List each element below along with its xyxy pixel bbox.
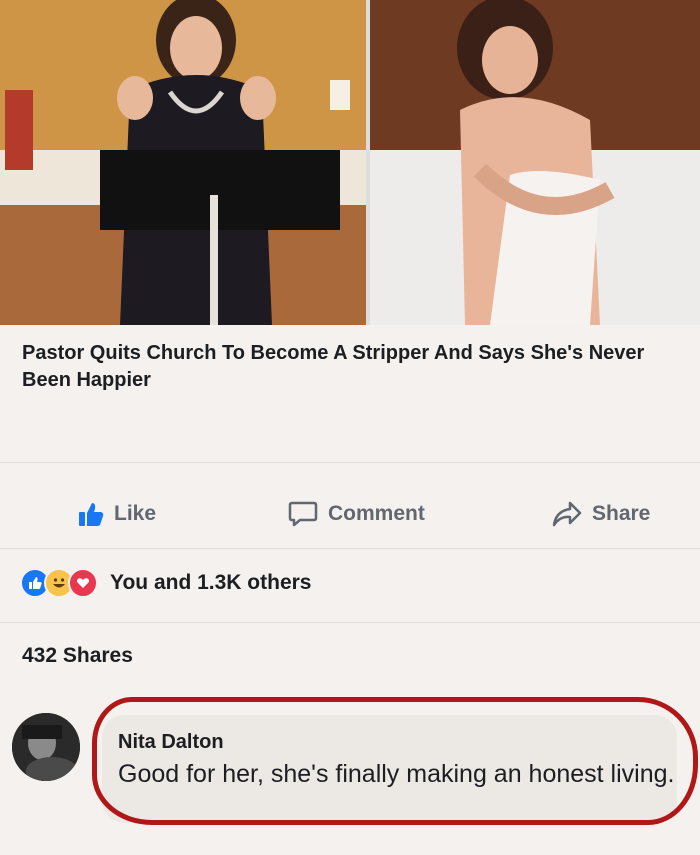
pastor-photo [0,0,366,325]
post-image-right[interactable] [370,0,700,325]
comment-button[interactable]: Comment [288,492,425,536]
stripper-photo [370,0,700,325]
like-label: Like [114,502,157,525]
post-images [0,0,700,325]
share-button[interactable]: Share [552,492,650,536]
highlight-circle [92,697,698,825]
action-bar: Like Comment Share [0,492,700,536]
love-reaction-icon [68,568,98,598]
share-label: Share [592,502,651,525]
post-headline[interactable]: Pastor Quits Church To Become A Stripper… [22,340,662,394]
divider [0,462,700,463]
share-count[interactable]: 432 Shares [22,644,133,668]
reaction-icons [20,568,98,598]
avatar[interactable] [12,713,80,781]
thumbs-up-icon [78,501,104,527]
reaction-count-text: You and 1.3K others [110,571,312,594]
reaction-summary[interactable]: You and 1.3K others [20,567,311,599]
divider [0,548,700,549]
post-image-left[interactable] [0,0,366,325]
comment-label: Comment [328,502,425,525]
like-button[interactable]: Like [78,492,156,536]
comment: Nita Dalton Good for her, she's finally … [10,697,700,840]
speech-bubble-icon [288,500,318,528]
share-arrow-icon [552,501,582,527]
divider [0,622,700,623]
